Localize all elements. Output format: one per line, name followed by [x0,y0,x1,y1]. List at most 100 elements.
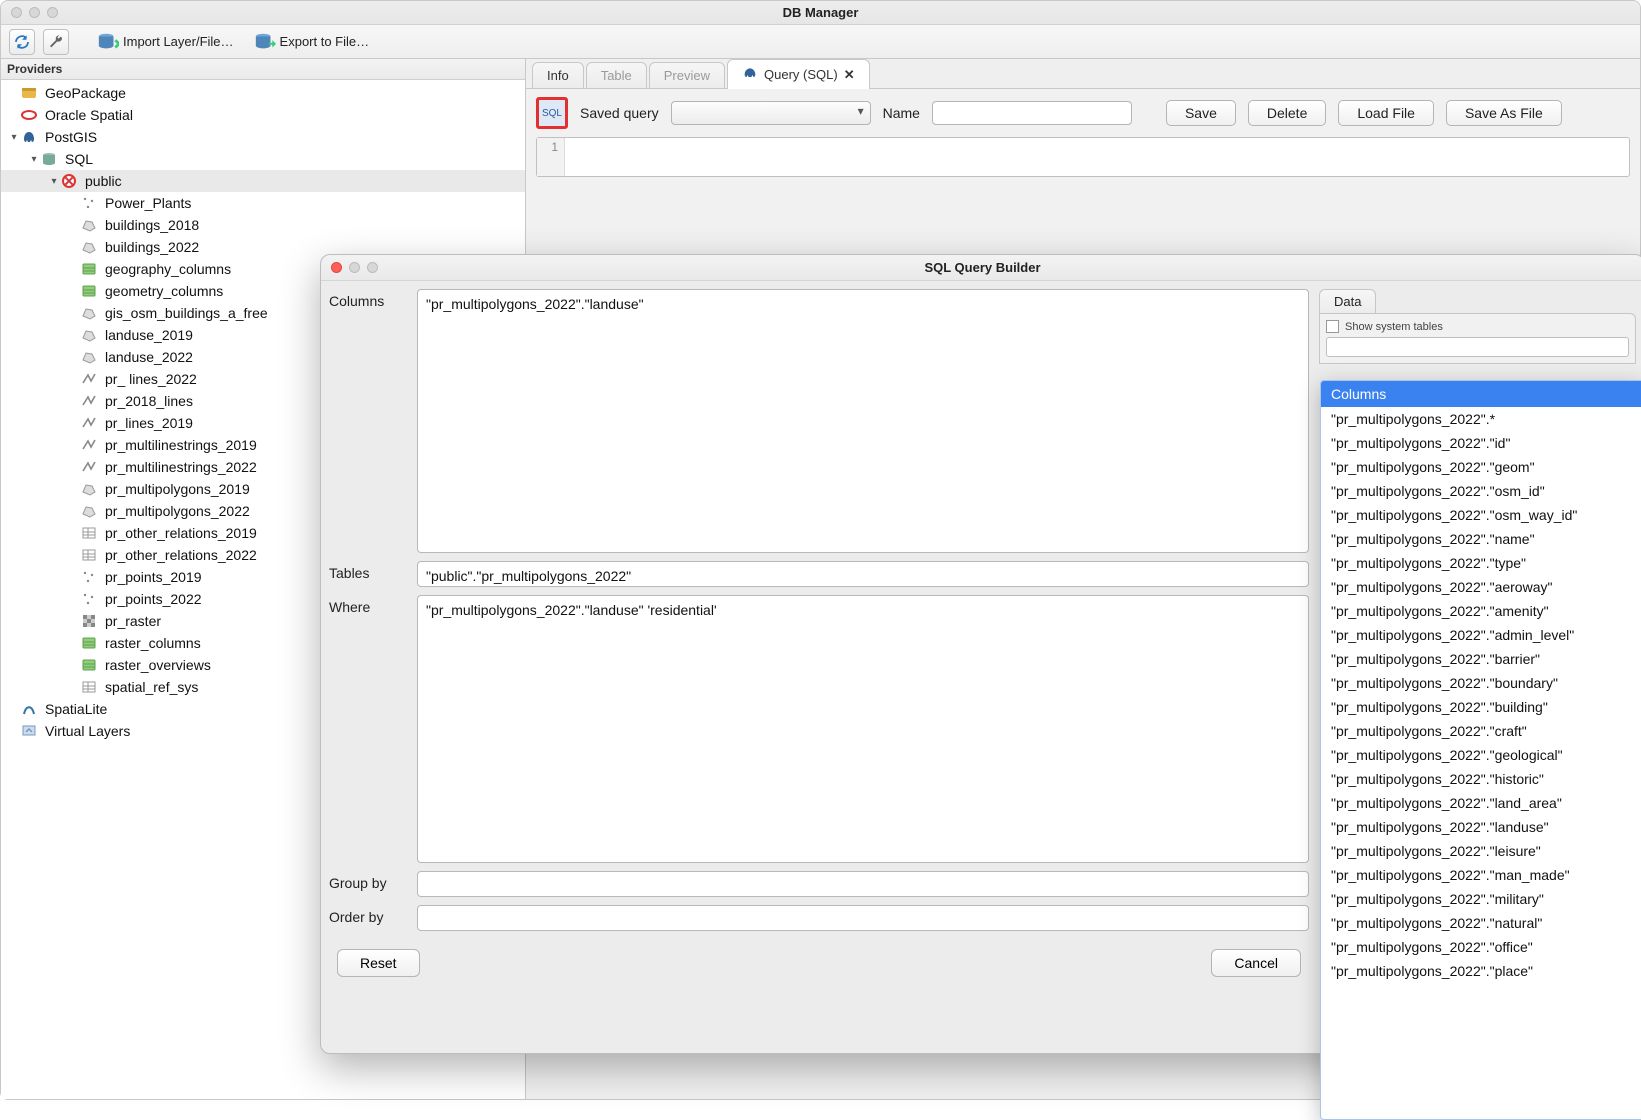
tree-item[interactable]: buildings_2018 [1,214,525,236]
tree-item-label: pr_multilinestrings_2019 [103,437,257,453]
chevron-down-icon[interactable]: ▾ [27,154,41,165]
load-file-button[interactable]: Load File [1338,100,1434,126]
tab-table[interactable]: Table [586,62,647,88]
tab-preview-label: Preview [664,68,710,83]
line-icon [81,459,97,475]
tables-input[interactable]: "public"."pr_multipolygons_2022" [417,561,1309,587]
tree-item-label: buildings_2022 [103,239,199,255]
dialog-footer: Reset Cancel [329,939,1309,989]
dialog-minimize-icon[interactable] [349,262,360,273]
refresh-icon [13,33,31,51]
geopackage-icon [21,85,37,101]
columns-popup-item[interactable]: "pr_multipolygons_2022"."admin_level" [1321,623,1641,647]
elephant-icon [742,65,758,84]
columns-popup-item[interactable]: "pr_multipolygons_2022"."leisure" [1321,839,1641,863]
delete-button[interactable]: Delete [1248,100,1326,126]
columns-popup-item[interactable]: "pr_multipolygons_2022"."building" [1321,695,1641,719]
groupby-input[interactable] [417,871,1309,897]
columns-popup-item[interactable]: "pr_multipolygons_2022"."land_area" [1321,791,1641,815]
tree-item[interactable]: ▾public [1,170,525,192]
columns-popup-item[interactable]: "pr_multipolygons_2022"."place" [1321,959,1641,983]
show-system-tables-checkbox[interactable]: Show system tables [1326,320,1629,333]
tree-item[interactable]: Power_Plants [1,192,525,214]
sql-window-button[interactable] [43,29,69,55]
dialog-left: Columns "pr_multipolygons_2022"."landuse… [329,289,1309,1053]
zoom-window-icon[interactable] [47,7,58,18]
cancel-button[interactable]: Cancel [1211,949,1301,977]
chevron-down-icon[interactable]: ▾ [47,176,61,187]
tree-item-label: pr_multipolygons_2022 [103,503,250,519]
orderby-input[interactable] [417,905,1309,931]
spatialite-icon [21,701,37,717]
providers-header: Providers [1,59,525,80]
sql-editor[interactable]: 1 [536,137,1630,177]
columns-popup-item[interactable]: "pr_multipolygons_2022".* [1321,407,1641,431]
columns-popup-item[interactable]: "pr_multipolygons_2022"."osm_way_id" [1321,503,1641,527]
columns-popup[interactable]: Columns "pr_multipolygons_2022".*"pr_mul… [1320,380,1641,1120]
columns-popup-item[interactable]: "pr_multipolygons_2022"."osm_id" [1321,479,1641,503]
chevron-down-icon[interactable]: ▾ [7,132,21,143]
columns-popup-item[interactable]: "pr_multipolygons_2022"."geom" [1321,455,1641,479]
line-icon [81,437,97,453]
tablesys-icon [81,635,97,651]
columns-popup-item[interactable]: "pr_multipolygons_2022"."man_made" [1321,863,1641,887]
columns-popup-item[interactable]: "pr_multipolygons_2022"."geological" [1321,743,1641,767]
dialog-zoom-icon[interactable] [367,262,378,273]
tree-item[interactable]: ▾SQL [1,148,525,170]
dialog-close-icon[interactable] [331,262,342,273]
tab-info[interactable]: Info [532,62,584,88]
columns-popup-item[interactable]: "pr_multipolygons_2022"."craft" [1321,719,1641,743]
columns-popup-item[interactable]: "pr_multipolygons_2022"."aeroway" [1321,575,1641,599]
columns-popup-item[interactable]: "pr_multipolygons_2022"."historic" [1321,767,1641,791]
window-controls [1,7,58,18]
refresh-button[interactable] [9,29,35,55]
columns-popup-item[interactable]: "pr_multipolygons_2022"."amenity" [1321,599,1641,623]
columns-popup-item[interactable]: "pr_multipolygons_2022"."landuse" [1321,815,1641,839]
saved-query-combo[interactable] [671,101,871,125]
save-button[interactable]: Save [1166,100,1236,126]
poly-icon [81,327,97,343]
sql-query-builder-button[interactable]: SQL [536,97,568,129]
columns-popup-item[interactable]: "pr_multipolygons_2022"."military" [1321,887,1641,911]
tree-item-label: Oracle Spatial [43,107,133,123]
save-as-file-button[interactable]: Save As File [1446,100,1562,126]
where-input[interactable]: "pr_multipolygons_2022"."landuse" 'resid… [417,595,1309,863]
where-label: Where [329,595,407,615]
columns-popup-item[interactable]: "pr_multipolygons_2022"."type" [1321,551,1641,575]
close-window-icon[interactable] [11,7,22,18]
columns-popup-item[interactable]: "pr_multipolygons_2022"."natural" [1321,911,1641,935]
tree-item[interactable]: ▾PostGIS [1,126,525,148]
columns-popup-item[interactable]: "pr_multipolygons_2022"."boundary" [1321,671,1641,695]
columns-popup-item[interactable]: "pr_multipolygons_2022"."id" [1321,431,1641,455]
columns-popup-item[interactable]: "pr_multipolygons_2022"."name" [1321,527,1641,551]
export-file-button[interactable]: Export to File… [248,31,376,53]
columns-popup-item[interactable]: "pr_multipolygons_2022"."office" [1321,935,1641,959]
close-tab-icon[interactable]: ✕ [844,67,855,83]
import-layer-button[interactable]: Import Layer/File… [91,31,240,53]
tree-item-label: raster_columns [103,635,201,651]
minimize-window-icon[interactable] [29,7,40,18]
tables-label: Tables [329,561,407,581]
tree-item-label: spatial_ref_sys [103,679,198,695]
query-name-input[interactable] [932,101,1132,125]
poly-icon [81,481,97,497]
saved-query-label: Saved query [580,105,659,121]
tab-info-label: Info [547,68,569,83]
columns-popup-item[interactable]: "pr_multipolygons_2022"."barrier" [1321,647,1641,671]
tree-item[interactable]: Oracle Spatial [1,104,525,126]
reset-button[interactable]: Reset [337,949,420,977]
tab-preview[interactable]: Preview [649,62,725,88]
tab-query[interactable]: Query (SQL) ✕ [727,59,870,89]
poly-icon [81,503,97,519]
data-search-input[interactable] [1326,337,1629,357]
tree-item-label: pr_ lines_2022 [103,371,197,387]
tree-item[interactable]: GeoPackage [1,82,525,104]
data-tab[interactable]: Data [1319,289,1376,313]
postgis-icon [21,129,37,145]
columns-input[interactable]: "pr_multipolygons_2022"."landuse" [417,289,1309,553]
show-system-tables-label: Show system tables [1345,321,1443,333]
sql-icon: SQL [542,108,562,119]
oracle-icon [21,107,37,123]
schema-icon [61,173,77,189]
data-tabstrip: Data [1319,289,1636,313]
